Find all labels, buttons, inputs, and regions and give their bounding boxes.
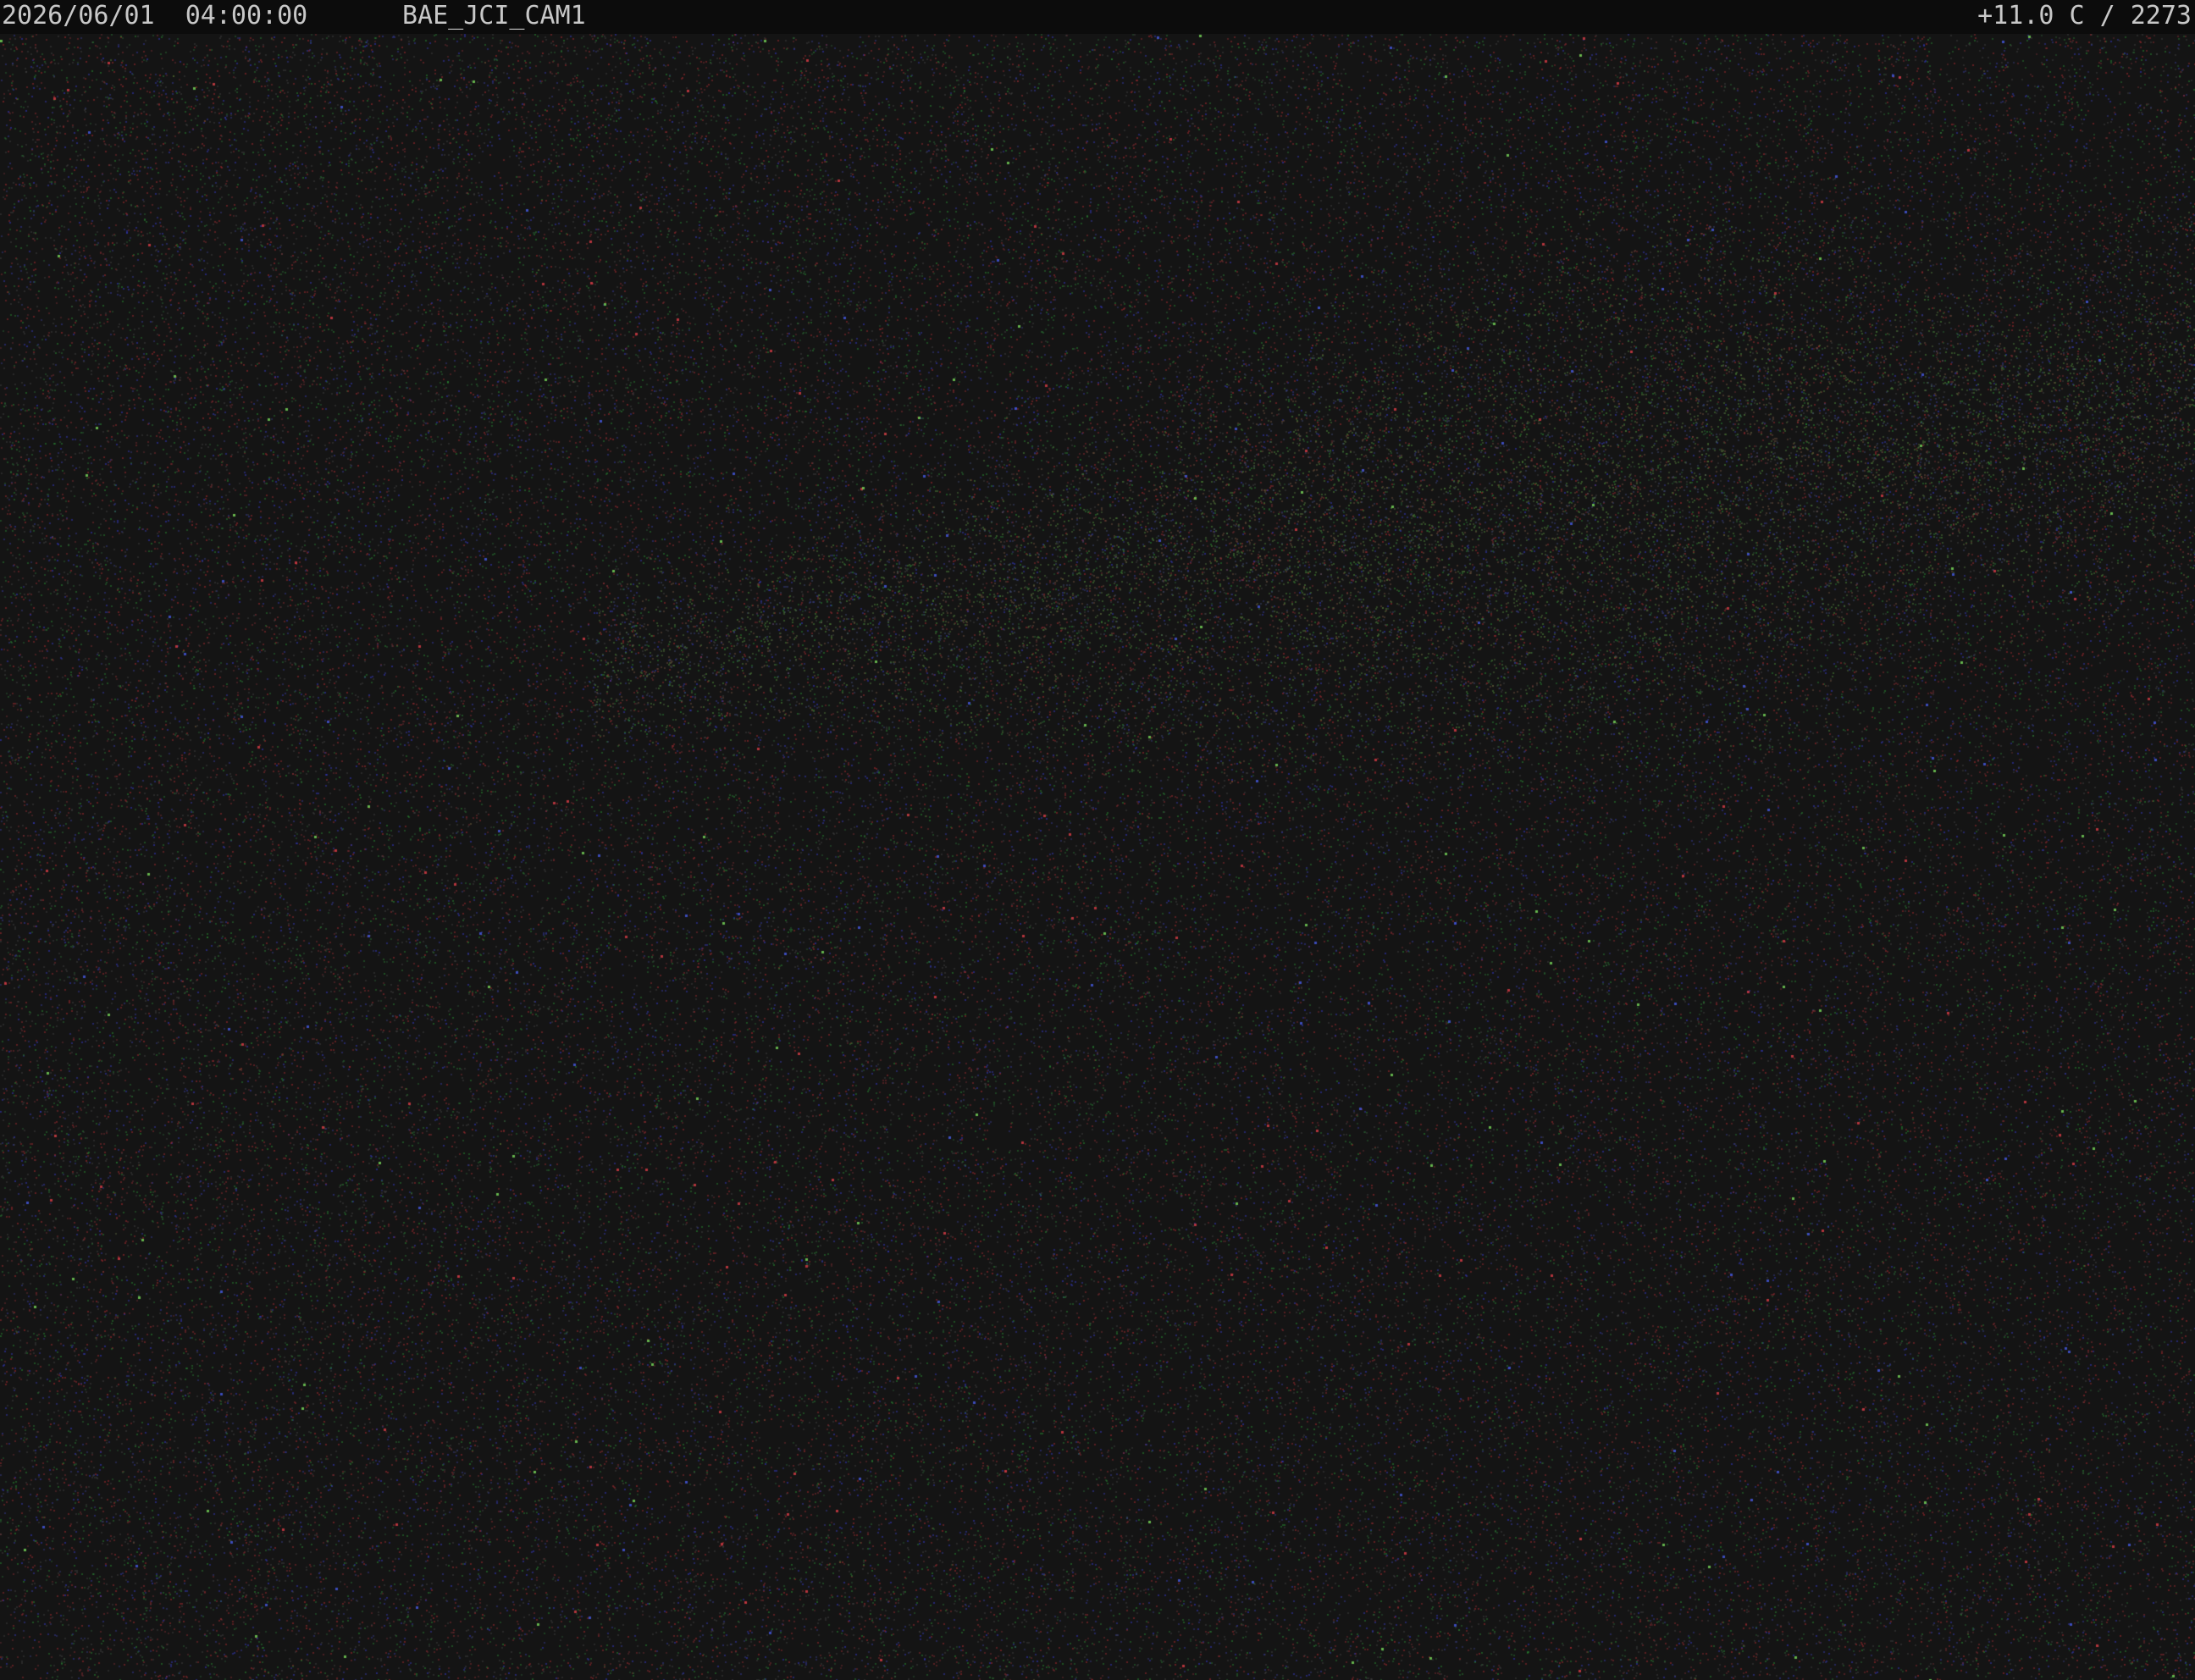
osd-camera-name: BAE_JCI_CAM1 <box>402 1 586 30</box>
osd-temperature-status: +11.0 C / 2273 <box>1977 1 2192 30</box>
camera-frame: 2026/06/01 04:00:00 BAE_JCI_CAM1 +11.0 C… <box>0 0 2195 1680</box>
night-sky-image <box>0 0 2195 1680</box>
osd-overlay-bar: 2026/06/01 04:00:00 BAE_JCI_CAM1 +11.0 C… <box>0 0 2195 34</box>
osd-timestamp: 2026/06/01 04:00:00 <box>2 1 308 30</box>
